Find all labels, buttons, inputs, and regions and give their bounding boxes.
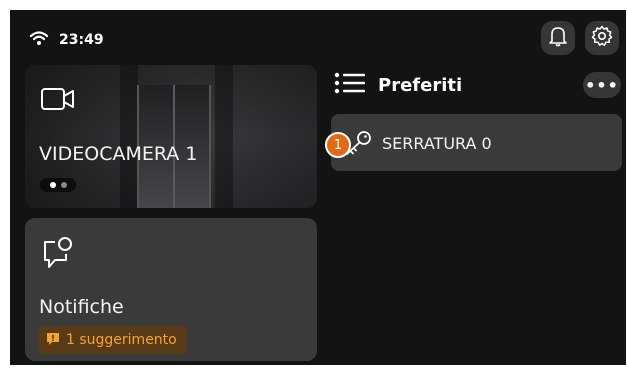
- settings-button[interactable]: [585, 21, 619, 55]
- suggestion-badge[interactable]: 1 suggerimento: [38, 326, 187, 354]
- video-camera-icon: [40, 87, 76, 115]
- suggestion-badge-text: 1 suggerimento: [66, 332, 177, 348]
- favorite-item-label: SERRATURA 0: [382, 134, 492, 153]
- favorites-header: Preferiti: [334, 72, 462, 98]
- favorite-item-lock[interactable]: 1 SERRATURA 0: [325, 114, 622, 171]
- clock-time: 23:49: [59, 32, 104, 48]
- bell-icon: [548, 25, 568, 51]
- alert-icon: [46, 331, 60, 350]
- notifications-card[interactable]: Notifiche 1 suggerimento: [25, 218, 317, 361]
- camera-card[interactable]: VIDEOCAMERA 1: [25, 65, 317, 208]
- notifications-label: Notifiche: [39, 296, 124, 318]
- camera-label: VIDEOCAMERA 1: [39, 143, 198, 165]
- status-bar: 23:49: [29, 30, 104, 50]
- app-screen: 23:49 VIDEOCAMERA 1 Notifiche 1 suggerim…: [10, 10, 626, 365]
- gear-icon: [591, 25, 613, 51]
- more-options-button[interactable]: •••: [583, 72, 621, 98]
- wifi-icon: [29, 30, 49, 50]
- notifications-button[interactable]: [541, 21, 575, 55]
- page-dot-active: [49, 182, 56, 188]
- key-icon: [343, 130, 373, 160]
- camera-page-indicator[interactable]: [40, 178, 76, 192]
- camera-preview-pillar: [120, 65, 138, 208]
- favorites-title: Preferiti: [378, 74, 463, 96]
- list-icon: [334, 72, 366, 98]
- page-dot: [60, 182, 67, 188]
- camera-preview-pillar: [215, 65, 233, 208]
- chat-notification-icon: [41, 236, 75, 274]
